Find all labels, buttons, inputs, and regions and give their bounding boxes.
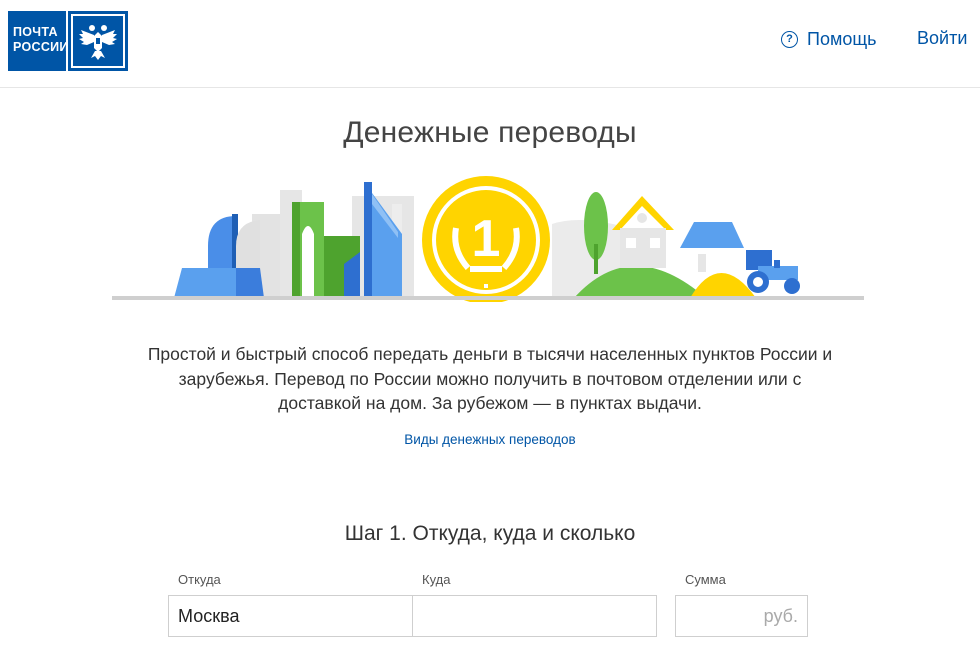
site-header: ПОЧТА РОССИИ ? Помощь Войти [0,0,980,88]
eagle-emblem-icon [68,11,128,71]
sum-input[interactable] [675,595,808,637]
login-link[interactable]: Войти [917,28,967,49]
service-description: Простой и быстрый способ передать деньги… [147,344,833,413]
from-label: Откуда [178,572,221,587]
question-circle-icon: ? [781,30,798,48]
transfer-types-link[interactable]: Виды денежных переводов [0,432,980,447]
money-transfer-illustration: 1 [112,174,864,304]
to-city-input[interactable] [412,595,657,637]
to-label: Куда [422,572,451,587]
coin-digit: 1 [472,210,501,268]
logo-text: ПОЧТА РОССИИ [8,11,69,71]
logo-text-line2: РОССИИ [13,40,69,54]
help-link[interactable]: ? Помощь [781,28,877,50]
help-label: Помощь [807,28,877,49]
from-city-input[interactable] [168,595,414,637]
sum-label: Сумма [685,572,726,587]
logo-text-line1: ПОЧТА [13,25,58,39]
step-title: Шаг 1. Откуда, куда и сколько [344,522,636,545]
pochta-rossii-logo[interactable]: ПОЧТА РОССИИ [8,11,128,71]
page-title: Денежные переводы [343,116,637,149]
